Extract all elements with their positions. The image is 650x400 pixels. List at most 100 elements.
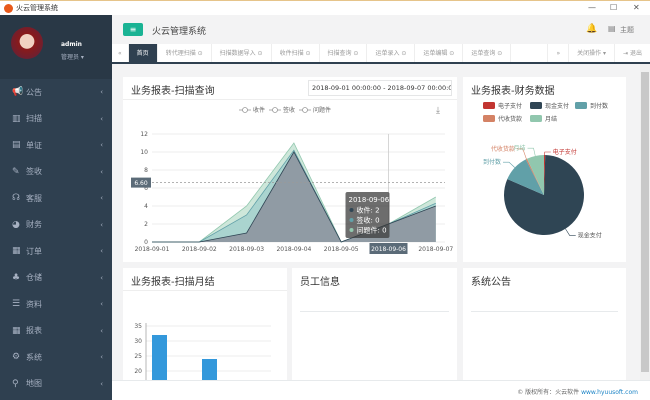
sidebar-item[interactable]: ▥ 扫描 ‹ [0, 106, 112, 133]
sidebar-item-label: 仓储 [26, 273, 42, 283]
id-card-icon: ▤ [12, 140, 21, 151]
y-tick-label: 8 [144, 167, 148, 174]
theme-button[interactable]: 主题 [620, 25, 634, 35]
logout-button[interactable]: ⇥ 退出 [615, 44, 650, 62]
file-icon: ▦ [12, 246, 21, 257]
top-header: ≡ 火云管理系统 🔔 ▤ 主题 [112, 15, 650, 44]
tab[interactable]: 扫描数据导入 ⊙ [212, 44, 272, 62]
tooltip-row: 签收: 0 [357, 216, 380, 225]
tab[interactable]: 转代理扫描 ⊙ [158, 44, 212, 62]
legend-marker [242, 107, 248, 113]
monthly-panel: 业务报表-扫描月结 20 25 30 35 [123, 268, 287, 380]
sidebar-item[interactable]: ▦ 报表 ‹ [0, 318, 112, 345]
website-link[interactable]: www.hyuusoft.com [581, 389, 638, 396]
chevron-left-icon: ‹ [100, 300, 103, 309]
gear-icon: ⚙ [12, 352, 21, 363]
bell-icon[interactable]: 🔔 [586, 24, 597, 34]
panel-title: 系统公告 [471, 277, 511, 288]
legend-swatch [483, 115, 495, 122]
sidebar-item-label: 报表 [26, 326, 42, 336]
tabs-next-button[interactable]: » [547, 44, 570, 62]
legend-label: 电子支付 [498, 102, 522, 110]
y-tick-label: 25 [134, 353, 142, 360]
sidebar-item-label: 扫描 [26, 114, 42, 124]
close-button[interactable]: ✕ [633, 3, 640, 12]
pie-label: 现金支付 [578, 232, 602, 240]
y-tick-label: 0 [144, 239, 148, 246]
tab[interactable]: 首页 [128, 44, 158, 62]
avatar [11, 27, 43, 59]
pie-label-line [565, 228, 576, 236]
window-titlebar: 火云管理系统 — ☐ ✕ [0, 0, 650, 15]
finance-panel: 业务报表-财务数据 电子支付 现金支付 到付数 代收货款 月结 电子支付 现金支付 到付数 代收… [463, 77, 626, 262]
maximize-button[interactable]: ☐ [610, 3, 617, 12]
sidebar-item-label: 订单 [26, 246, 42, 256]
pie-label: 到付数 [483, 158, 501, 166]
legend-swatch [575, 102, 587, 109]
chevron-left-icon: ‹ [100, 273, 103, 282]
menu-toggle-button[interactable]: ≡ [123, 23, 143, 36]
chevron-left-icon: ‹ [100, 379, 103, 388]
sidebar: admin 管理员 ▾ 📢 公告 ‹ ▥ 扫描 ‹ ▤ 单证 ‹ ✎ 签收 ‹ ☊ 客服 ‹ ◕ 财务 ‹ ▦ 订单 ‹… [0, 15, 112, 400]
sidebar-item[interactable]: ⚙ 系统 ‹ [0, 344, 112, 371]
y-tick-label: 30 [134, 338, 142, 345]
close-operations-dropdown[interactable]: 关闭操作 ▾ [569, 44, 616, 62]
sidebar-item-label: 地图 [26, 379, 42, 389]
x-tick-label: 2018-09-04 [276, 246, 311, 253]
chevron-left-icon: ‹ [100, 167, 103, 176]
tabs-prev-button[interactable]: « [112, 44, 129, 62]
monthly-bar-chart: 20 25 30 35 [134, 323, 271, 380]
headphones-icon: ☊ [12, 193, 20, 204]
bar [202, 359, 217, 380]
copyright-text: © 版权所有：火云软件 [517, 389, 582, 396]
tooltip-title: 2018-09-06 [349, 196, 390, 204]
legend-label: 代收货款 [498, 115, 522, 123]
sidebar-item[interactable]: ⚲ 地图 ‹ [0, 371, 112, 398]
sidebar-item-label: 签收 [26, 167, 42, 177]
sidebar-item[interactable]: ✎ 签收 ‹ [0, 159, 112, 186]
list-icon: ☰ [12, 299, 21, 310]
bar [152, 335, 167, 380]
tab[interactable]: 收件扫描 ⊙ [272, 44, 320, 62]
markline-label: 6.60 [134, 180, 148, 187]
chevron-left-icon: ‹ [100, 220, 103, 229]
sidebar-item[interactable]: 📢 公告 ‹ [0, 79, 112, 106]
scrollbar[interactable] [640, 64, 650, 380]
tab[interactable]: 运单编辑 ⊙ [415, 44, 464, 62]
pie-label: 电子支付 [553, 148, 577, 156]
legend-label: 到付数 [590, 102, 608, 110]
chevron-left-icon: ‹ [100, 353, 103, 362]
tab[interactable]: 运单录入 ⊙ [367, 44, 416, 62]
user-profile: admin 管理员 ▾ [0, 15, 112, 79]
x-tick-label: 2018-09-07 [418, 246, 453, 253]
y-tick-label: 10 [140, 149, 148, 156]
y-tick-label: 20 [134, 368, 142, 375]
y-tick-label: 4 [144, 203, 148, 210]
pie-label-line [527, 147, 536, 157]
barcode-icon: ▥ [12, 113, 21, 124]
chevron-left-icon: ‹ [100, 247, 103, 256]
sidebar-item[interactable]: ♣ 仓储 ‹ [0, 265, 112, 292]
tooltip-row: 收件: 2 [357, 206, 380, 215]
sidebar-item[interactable]: ◕ 财务 ‹ [0, 212, 112, 239]
scan-query-panel: 业务报表-扫描查询 2018-09-01 00:00:00 - 2018-09-… [123, 77, 457, 262]
staff-panel: 员工信息 [292, 268, 457, 380]
tab[interactable]: 运单查询 ⊙ [463, 44, 512, 62]
area-收件 [152, 152, 436, 242]
tab[interactable]: 扫描查询 ⊙ [320, 44, 368, 62]
sidebar-item[interactable]: ☊ 客服 ‹ [0, 185, 112, 212]
sidebar-item-label: 财务 [26, 220, 42, 230]
legend-label: 现金支付 [545, 102, 569, 110]
sidebar-item[interactable]: ☰ 资料 ‹ [0, 291, 112, 318]
window-title: 火云管理系统 [16, 4, 58, 12]
theme-icon[interactable]: ▤ [608, 24, 616, 33]
finance-pie-chart: 电子支付 现金支付 到付数代收货款 月结电子支付现金支付到付数代收货款月结 [483, 102, 608, 240]
tooltip-marker [349, 208, 354, 212]
sitemap-icon: ♣ [12, 272, 21, 283]
minimize-button[interactable]: — [588, 3, 596, 12]
sidebar-item[interactable]: ▦ 订单 ‹ [0, 238, 112, 265]
user-role-dropdown[interactable]: 管理员 ▾ [61, 52, 84, 61]
y-tick-label: 2 [144, 221, 148, 228]
y-tick-label: 12 [140, 131, 148, 138]
sidebar-item[interactable]: ▤ 单证 ‹ [0, 132, 112, 159]
